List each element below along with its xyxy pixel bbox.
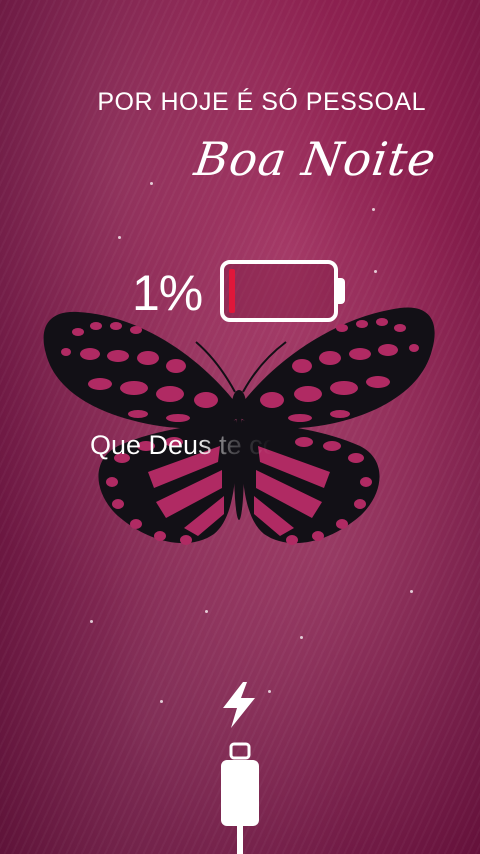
headline-text: POR HOJE É SÓ PESSOAL [97, 88, 426, 116]
subtitle-text: Que Deus te cob [90, 430, 293, 460]
lightning-bolt-icon [223, 682, 255, 728]
good-night-script-title: Boa Noite [191, 132, 440, 186]
sparkle [205, 610, 208, 613]
butterfly-illustration [43, 307, 435, 545]
sparkle [372, 208, 375, 211]
sparkle [410, 590, 413, 593]
charging-cable-icon [221, 742, 259, 854]
sparkle [374, 270, 377, 273]
sparkle [160, 700, 163, 703]
sparkle [268, 690, 271, 693]
sparkle [90, 620, 93, 623]
sparkle [300, 636, 303, 639]
sparkle [118, 236, 121, 239]
sparkle [150, 182, 153, 185]
